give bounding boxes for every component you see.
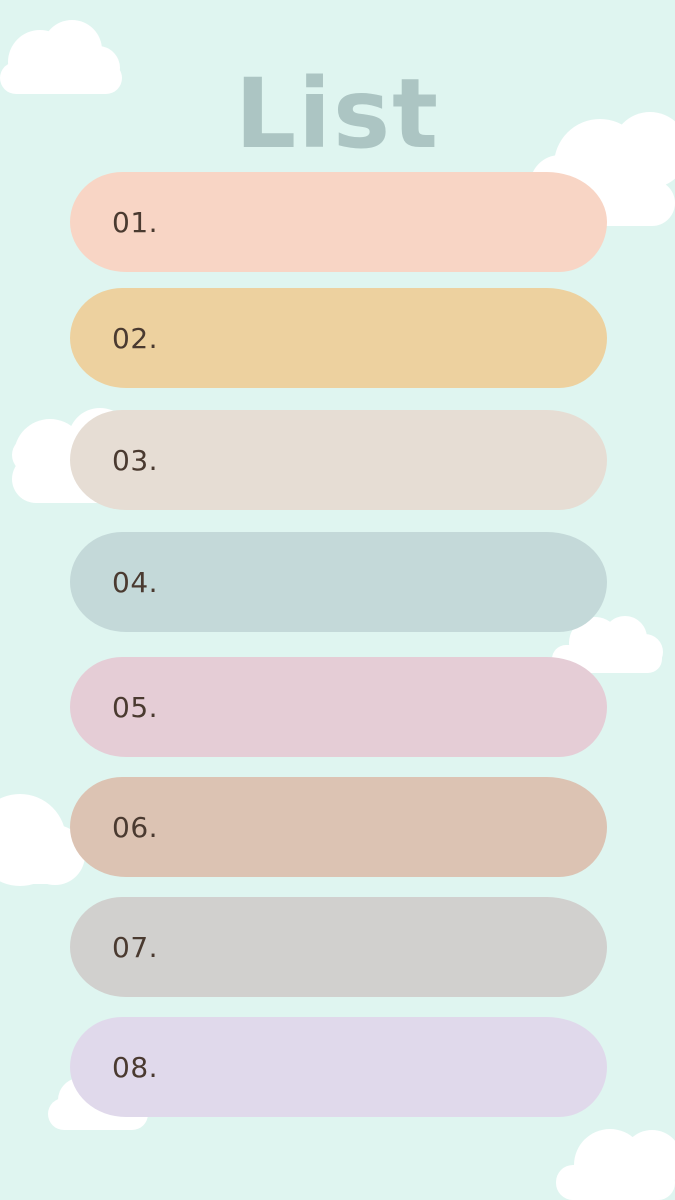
list-item[interactable]: 01. [70, 172, 607, 272]
list-item-label: 03. [112, 443, 159, 477]
list-item-label: 08. [112, 1050, 159, 1084]
list-item[interactable]: 05. [70, 657, 607, 757]
list-item[interactable]: 04. [70, 532, 607, 632]
list-item-label: 06. [112, 810, 159, 844]
list-item-label: 02. [112, 321, 159, 355]
list-item[interactable]: 06. [70, 777, 607, 877]
page-title: List [234, 58, 441, 170]
list-item-label: 05. [112, 690, 159, 724]
list-item[interactable]: 08. [70, 1017, 607, 1117]
list-item-label: 01. [112, 205, 159, 239]
list-item-label: 07. [112, 930, 159, 964]
list-item-label: 04. [112, 565, 159, 599]
list-item[interactable]: 02. [70, 288, 607, 388]
list-item[interactable]: 03. [70, 410, 607, 510]
list-item[interactable]: 07. [70, 897, 607, 997]
cloud-icon [556, 1129, 675, 1200]
